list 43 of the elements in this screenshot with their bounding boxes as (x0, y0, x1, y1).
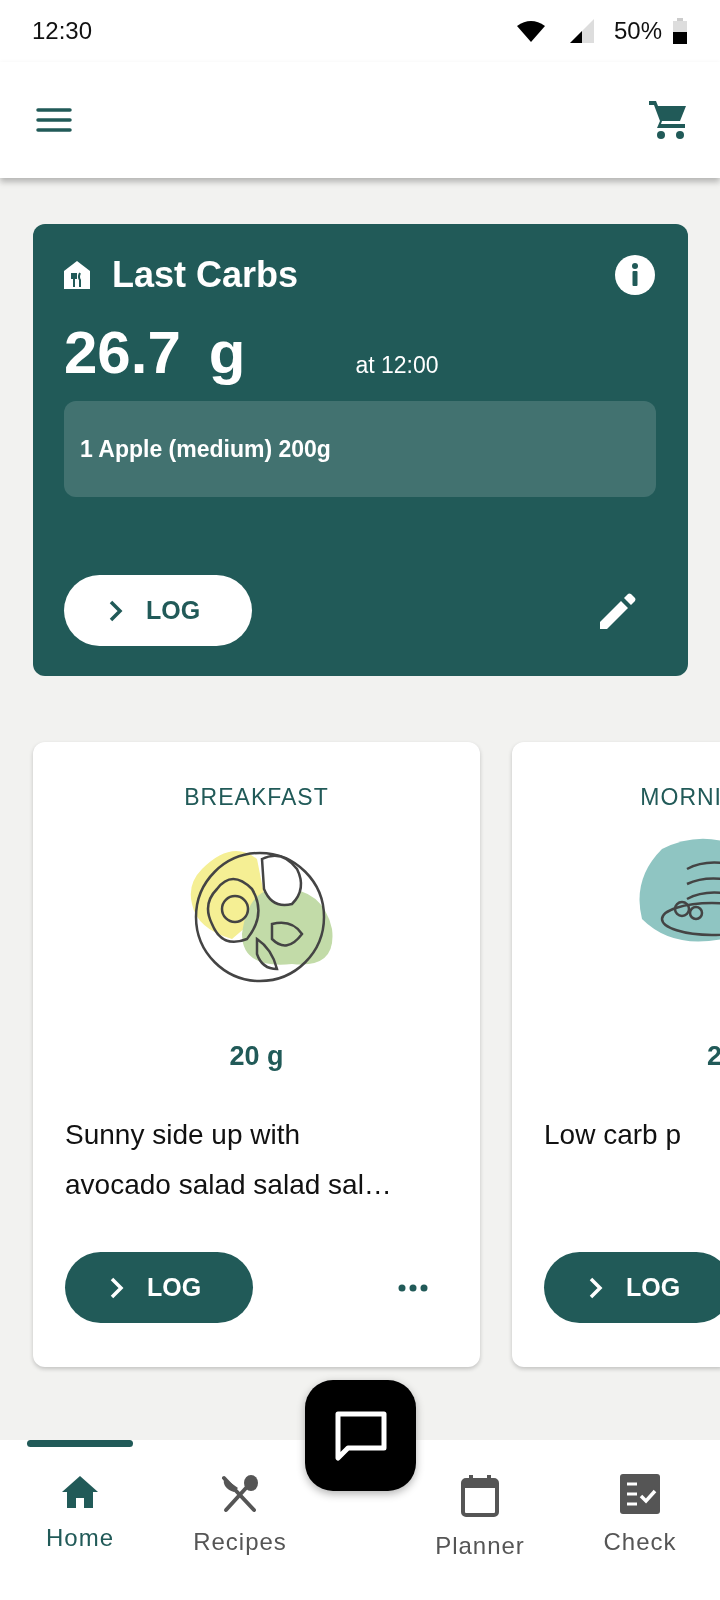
restaurant-icon (64, 261, 90, 289)
cart-icon (648, 100, 688, 140)
info-button[interactable] (614, 254, 656, 296)
info-icon (614, 254, 656, 296)
battery-percent: 50% (613, 17, 662, 45)
chevron-icon (108, 598, 124, 623)
card-title: Last Carbs (112, 254, 300, 296)
carb-amount: 26.7 (64, 318, 181, 387)
menu-icon (36, 107, 72, 133)
more-button[interactable] (398, 1283, 428, 1292)
home-icon (60, 1474, 100, 1510)
nav-tab[interactable]: Check (560, 1440, 720, 1600)
meal-title: BREAKFAST (184, 784, 329, 811)
meal-carbs: 2 (706, 1041, 720, 1072)
checklist-icon (620, 1474, 660, 1514)
meal-card[interactable]: MORNI 2 Low carb p LOG (512, 742, 720, 1367)
food-entry: 1 Apple (medium) 200g (64, 401, 656, 497)
meal-description: Low carb p (543, 1118, 682, 1152)
nav-tab[interactable]: Recipes (160, 1440, 320, 1600)
log-button[interactable]: LOG (544, 1252, 720, 1323)
nav-tab[interactable]: Home (0, 1440, 160, 1600)
log-button[interactable]: LOG (65, 1252, 253, 1323)
battery-icon (672, 18, 688, 44)
more-icon (398, 1283, 428, 1292)
fork-spoon-icon (220, 1474, 260, 1514)
chevron-icon (588, 1275, 604, 1300)
wifi-icon (515, 20, 546, 42)
nav-tab[interactable]: Planner (400, 1440, 560, 1600)
menu-button[interactable] (36, 107, 72, 133)
meal-title: MORNI (640, 784, 720, 811)
signal-icon (569, 19, 594, 43)
carb-unit: g (208, 318, 246, 387)
cart-button[interactable] (648, 100, 688, 140)
meal-description: Sunny side up with avocado salad salad sal… (64, 1118, 393, 1202)
chevron-icon (109, 1275, 125, 1300)
chat-icon (333, 1409, 388, 1462)
calendar-icon (460, 1474, 500, 1518)
meal-card[interactable]: BREAKFAST 20 g Sunny side up with avocado salad salad sal… LOG (33, 742, 480, 1367)
meal-carbs: 20 g (229, 1041, 284, 1072)
status-time: 12:30 (32, 17, 94, 45)
chat-button[interactable] (305, 1380, 416, 1491)
carb-time: at 12:00 (355, 352, 439, 379)
log-button[interactable]: LOG (64, 575, 252, 646)
